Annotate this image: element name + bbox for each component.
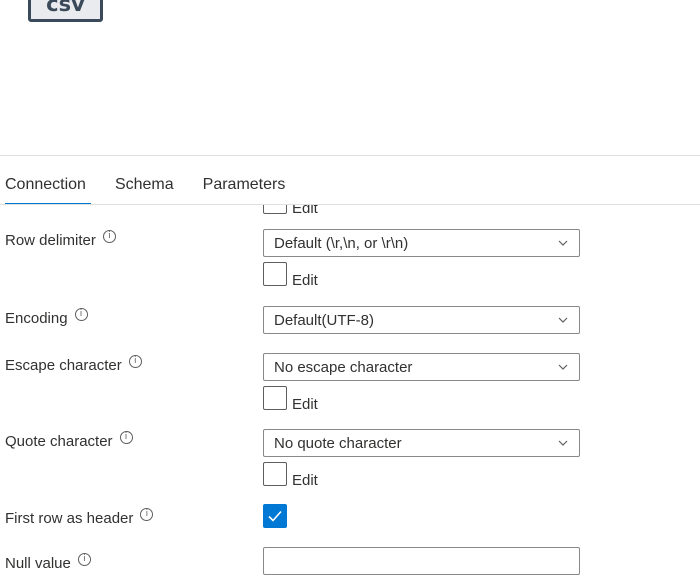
escape-character-edit-checkbox[interactable] xyxy=(263,386,287,410)
quote-character-edit-checkbox[interactable] xyxy=(263,462,287,486)
row-delimiter-label-group: Row delimiter i xyxy=(5,230,116,249)
column-delimiter-edit-checkbox[interactable] xyxy=(263,205,287,214)
info-icon[interactable]: i xyxy=(119,431,133,444)
escape-character-select[interactable]: No escape character xyxy=(263,353,580,381)
row-delimiter-value: Default (\r,\n, or \r\n) xyxy=(274,234,409,252)
chevron-down-icon xyxy=(558,240,568,246)
row-delimiter-select[interactable]: Default (\r,\n, or \r\n) xyxy=(263,229,580,257)
null-value-input[interactable] xyxy=(263,547,580,575)
tab-connection[interactable]: Connection xyxy=(0,168,91,205)
chevron-down-icon xyxy=(558,440,568,446)
encoding-label-group: Encoding i xyxy=(5,308,88,327)
header-divider xyxy=(0,155,700,156)
quote-character-value: No quote character xyxy=(274,434,402,452)
column-delimiter-edit-row: Edit xyxy=(263,205,318,217)
chevron-down-icon xyxy=(558,364,568,370)
first-row-header-label: First row as header xyxy=(5,510,134,527)
escape-character-edit-row: Edit xyxy=(263,386,318,413)
info-icon[interactable]: i xyxy=(128,355,142,368)
info-icon[interactable]: i xyxy=(140,508,154,521)
row-delimiter-edit-row: Edit xyxy=(263,262,318,289)
column-delimiter-edit-label: Edit xyxy=(292,205,318,217)
csv-file-icon: csv xyxy=(28,0,103,22)
info-icon[interactable]: i xyxy=(77,553,91,566)
chevron-down-icon xyxy=(558,317,568,323)
first-row-header-row xyxy=(263,504,287,528)
encoding-value: Default(UTF-8) xyxy=(274,311,375,329)
null-value-label-group: Null value i xyxy=(5,553,91,572)
first-row-header-label-group: First row as header i xyxy=(5,508,154,527)
encoding-label: Encoding xyxy=(5,310,68,327)
row-delimiter-edit-checkbox[interactable] xyxy=(263,262,287,286)
quote-character-edit-label: Edit xyxy=(292,472,318,489)
encoding-select[interactable]: Default(UTF-8) xyxy=(263,306,580,334)
info-icon[interactable]: i xyxy=(102,230,116,243)
null-value-label: Null value xyxy=(5,555,71,572)
first-row-header-checkbox[interactable] xyxy=(263,504,287,528)
escape-character-label-group: Escape character i xyxy=(5,355,142,374)
escape-character-label: Escape character xyxy=(5,357,122,374)
tab-parameters[interactable]: Parameters xyxy=(198,168,291,205)
tab-schema[interactable]: Schema xyxy=(110,168,179,205)
row-delimiter-edit-label: Edit xyxy=(292,272,318,289)
row-delimiter-label: Row delimiter xyxy=(5,232,96,249)
escape-character-value: No escape character xyxy=(274,358,413,376)
quote-character-select[interactable]: No quote character xyxy=(263,429,580,457)
tab-strip: Connection Schema Parameters xyxy=(0,168,290,205)
quote-character-edit-row: Edit xyxy=(263,462,318,489)
escape-character-edit-label: Edit xyxy=(292,396,318,413)
info-icon[interactable]: i xyxy=(74,308,88,321)
scrolled-edit-row-clip: Edit xyxy=(0,205,700,225)
checkmark-icon xyxy=(268,510,282,522)
quote-character-label-group: Quote character i xyxy=(5,431,133,450)
csv-file-icon-label: csv xyxy=(46,0,85,16)
quote-character-label: Quote character xyxy=(5,433,113,450)
